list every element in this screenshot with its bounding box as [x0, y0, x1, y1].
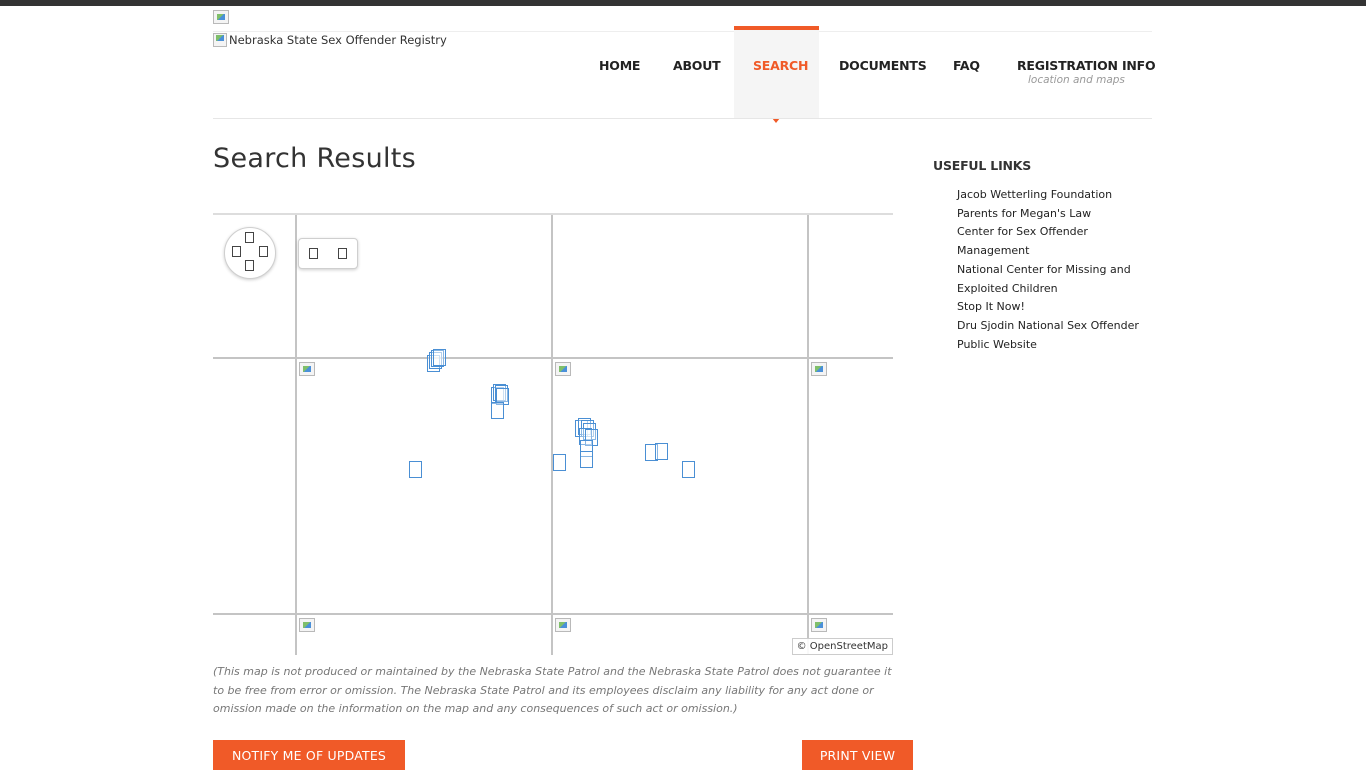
useful-link[interactable]: Dru Sjodin National Sex Offender Public … — [957, 317, 1147, 354]
nav-search[interactable]: SEARCH — [753, 58, 808, 73]
nav-home[interactable]: HOME — [599, 58, 640, 73]
useful-link[interactable]: Jacob Wetterling Foundation — [957, 186, 1147, 205]
pan-left-icon[interactable] — [232, 246, 241, 257]
map-zoom-control — [298, 238, 358, 269]
map-tile-border — [213, 613, 893, 615]
map-tile-broken-image-icon — [299, 362, 315, 376]
map-tile-broken-image-icon — [299, 618, 315, 632]
map-marker-icon[interactable] — [580, 451, 593, 468]
nav-faq[interactable]: FAQ — [953, 58, 980, 73]
pan-up-icon[interactable] — [245, 232, 254, 243]
map-marker-icon[interactable] — [682, 461, 695, 478]
map-tile-broken-image-icon — [811, 362, 827, 376]
header-divider — [213, 118, 1152, 119]
useful-link[interactable]: Stop It Now! — [957, 298, 1147, 317]
useful-links-heading: USEFUL LINKS — [933, 158, 1032, 173]
map-pan-control[interactable] — [224, 227, 276, 279]
map-tile-broken-image-icon — [555, 618, 571, 632]
nav-documents[interactable]: DOCUMENTS — [839, 58, 927, 73]
main-navigation: HOME ABOUT SEARCH DOCUMENTS FAQ REGISTRA… — [0, 0, 1366, 123]
pan-down-icon[interactable] — [245, 260, 254, 271]
map-marker-icon[interactable] — [433, 349, 446, 366]
useful-links-list: Jacob Wetterling Foundation Parents for … — [957, 186, 1147, 354]
offender-map[interactable]: © OpenStreetMap — [213, 213, 893, 655]
notify-me-button[interactable]: NOTIFY ME OF UPDATES — [213, 740, 405, 770]
print-view-button[interactable]: PRINT VIEW — [802, 740, 913, 770]
nav-registration-subtitle: location and maps — [1028, 74, 1125, 86]
nav-registration-info[interactable]: REGISTRATION INFO — [1017, 58, 1156, 73]
map-tile-border — [807, 215, 809, 655]
map-marker-icon[interactable] — [409, 461, 422, 478]
zoom-out-icon[interactable] — [338, 248, 347, 259]
page-title: Search Results — [213, 143, 417, 174]
useful-link[interactable]: Center for Sex Offender Management — [957, 223, 1147, 260]
map-tile-broken-image-icon — [555, 362, 571, 376]
useful-link[interactable]: National Center for Missing and Exploite… — [957, 261, 1147, 298]
map-disclaimer: (This map is not produced or maintained … — [213, 665, 892, 715]
zoom-in-icon[interactable] — [309, 248, 318, 259]
map-tile-border — [295, 215, 297, 655]
map-tile-broken-image-icon — [811, 618, 827, 632]
map-marker-icon[interactable] — [655, 443, 668, 460]
nav-about[interactable]: ABOUT — [673, 58, 721, 73]
map-marker-icon[interactable] — [491, 402, 504, 419]
pan-right-icon[interactable] — [259, 246, 268, 257]
map-tile-border — [551, 215, 553, 655]
map-marker-icon[interactable] — [553, 454, 566, 471]
useful-link[interactable]: Parents for Megan's Law — [957, 205, 1147, 224]
map-tile-border — [213, 357, 893, 359]
map-attribution[interactable]: © OpenStreetMap — [791, 638, 893, 655]
